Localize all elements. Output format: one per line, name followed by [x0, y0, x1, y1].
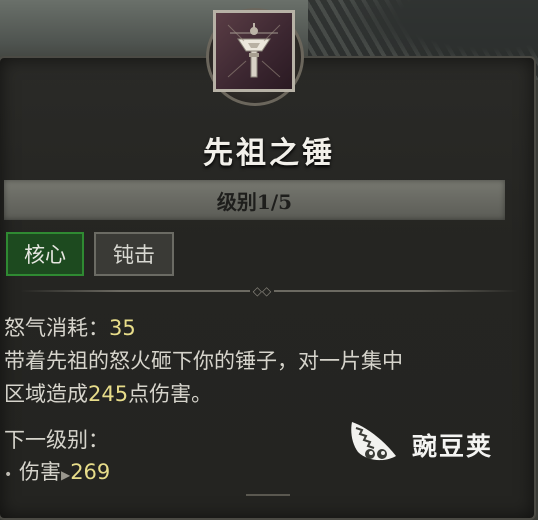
skill-name: 先祖之锤: [203, 136, 335, 171]
next-stat-name: 伤害: [18, 460, 61, 484]
next-stat-value: 269: [70, 460, 111, 484]
description-prefix: 区域造成: [4, 382, 88, 406]
resource-cost-line: 怒气消耗：35: [4, 312, 136, 342]
next-level-label: 下一级别：: [4, 428, 109, 452]
next-level-stat: • 伤害▶269: [4, 456, 110, 486]
watermark: 豌豆荚: [346, 418, 516, 472]
bullet-icon: •: [4, 467, 13, 483]
bottom-ornament: [246, 494, 290, 506]
watermark-text: 豌豆荚: [412, 432, 494, 461]
hammer-icon: [213, 10, 295, 92]
description-suffix: 点伤害。: [128, 382, 213, 406]
tag-core: 核心: [6, 232, 84, 276]
resource-cost-label: 怒气消耗：: [4, 316, 109, 340]
resource-cost-value: 35: [109, 316, 136, 340]
skill-level-bar: 级别1/5: [4, 180, 505, 220]
damage-value: 245: [88, 382, 129, 406]
pea-pod-logo: [346, 416, 404, 474]
tag-bludgeoning: 钝击: [94, 232, 174, 276]
arrow-right-icon: ▶: [60, 468, 71, 482]
divider-ornament-icon: ◇◇: [250, 284, 274, 298]
description-line-2: 区域造成245点伤害。: [4, 378, 212, 408]
skill-level-text: 级别1/5: [216, 189, 293, 214]
description-line-1: 带着先祖的怒火砸下你的锤子，对一片集中: [4, 349, 403, 373]
